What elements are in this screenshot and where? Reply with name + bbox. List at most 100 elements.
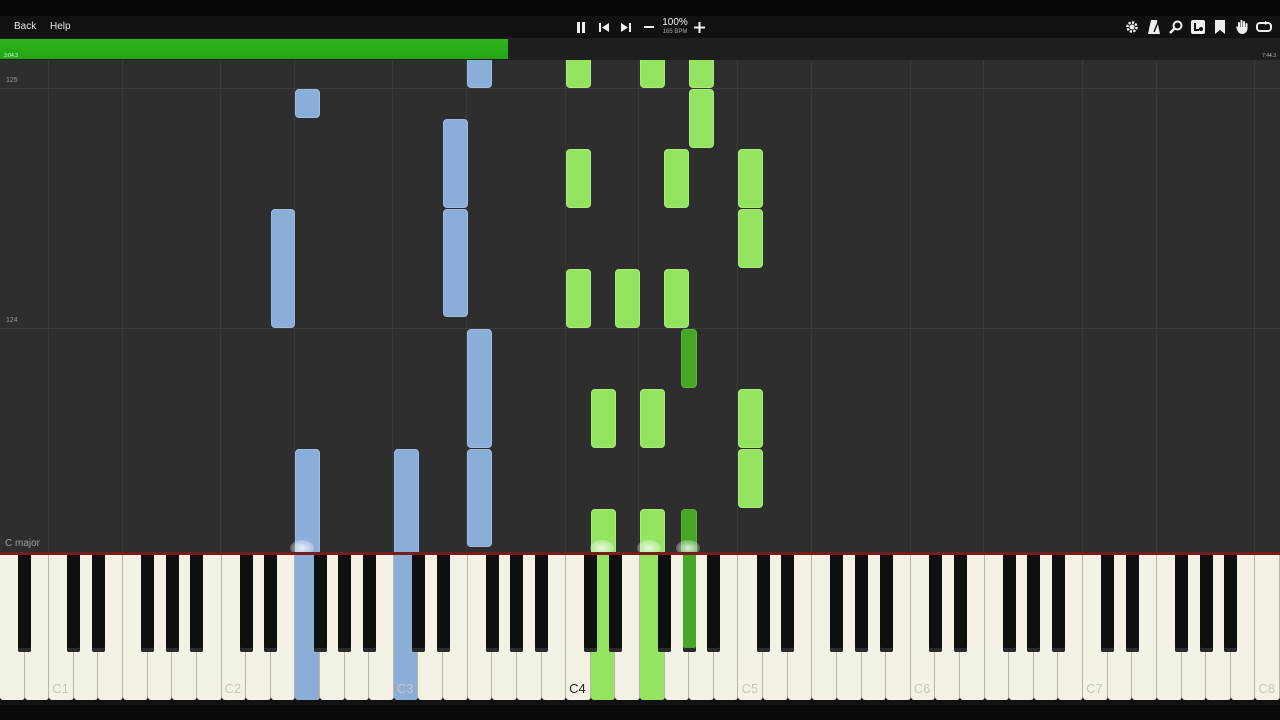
zoom-in-button[interactable] [690,18,708,36]
octave-line [1082,60,1083,552]
note-left-hand [467,60,492,88]
window-bottom-bar [0,705,1280,720]
note-right-hand [615,269,640,328]
black-key[interactable] [658,555,672,652]
black-key[interactable] [1051,555,1065,652]
black-key[interactable] [1002,555,1016,652]
minus-icon [644,26,654,28]
search-icon [1169,20,1183,34]
black-key[interactable] [1027,555,1041,652]
measure-line [0,328,1280,329]
metronome-button[interactable] [1145,18,1163,36]
note-right-hand [664,149,689,208]
note-left-hand [394,449,419,552]
hand-button[interactable] [1233,18,1251,36]
zoom-level: 100% [662,17,688,28]
pause-icon [577,21,585,33]
black-key[interactable] [928,555,942,652]
note-right-hand [640,389,665,448]
settings-button[interactable] [1123,18,1141,36]
black-key[interactable] [18,555,32,652]
octave-line [1156,60,1157,552]
octave-label: C5 [741,681,759,696]
black-key[interactable] [1101,555,1115,652]
bookmark-icon [1215,20,1225,34]
black-key[interactable] [535,555,549,652]
octave-label: C2 [224,681,242,696]
loop-icon [1256,21,1272,32]
black-key[interactable] [682,555,696,652]
skip-back-button[interactable] [595,18,613,36]
note-right-hand [566,269,591,328]
octave-label: C3 [396,681,414,696]
black-key[interactable] [338,555,352,652]
black-key[interactable] [239,555,253,652]
note-left-hand [443,209,468,317]
black-key[interactable] [584,555,598,652]
black-key[interactable] [313,555,327,652]
hand-icon [1235,20,1247,34]
measure-number: 124 [6,317,18,324]
black-key[interactable] [264,555,278,652]
note-right-hand [738,389,763,448]
labels-button[interactable] [1189,18,1207,36]
black-key[interactable] [781,555,795,652]
song-progress-bar[interactable]: 3:04.3 7:44.3 [0,38,1280,60]
black-key[interactable] [1224,555,1238,652]
octave-line [910,60,911,552]
bookmark-button[interactable] [1211,18,1229,36]
black-key[interactable] [707,555,721,652]
black-key[interactable] [485,555,499,652]
octave-line [122,60,123,552]
black-key[interactable] [1175,555,1189,652]
back-button[interactable]: Back [10,18,40,36]
key-signature: C major [5,538,41,549]
black-key[interactable] [1125,555,1139,652]
black-key[interactable] [855,555,869,652]
octave-label: C8 [1258,681,1275,696]
note-right-hand [566,60,591,88]
white-key[interactable] [1255,555,1280,700]
black-key[interactable] [510,555,524,652]
elapsed-time: 3:04.3 [4,53,18,59]
note-left-hand [295,449,320,552]
loop-button[interactable] [1255,18,1273,36]
zoom-display: 100% 165 BPM [660,17,690,36]
black-key[interactable] [879,555,893,652]
octave-line [1254,60,1255,552]
note-left-hand [271,209,295,328]
octave-label: C1 [52,681,69,696]
search-button[interactable] [1167,18,1185,36]
black-key[interactable] [411,555,425,652]
black-key[interactable] [830,555,844,652]
note-left-hand [443,119,468,208]
note-right-hand [738,449,763,508]
black-key[interactable] [67,555,81,652]
black-key[interactable] [165,555,179,652]
black-key[interactable] [953,555,967,652]
note-right-hand-sharp [681,329,697,388]
window-top-bar [0,0,1280,16]
octave-line [811,60,812,552]
black-key[interactable] [190,555,204,652]
black-key[interactable] [608,555,622,652]
plus-icon [693,21,705,33]
note-right-hand [738,209,763,268]
note-right-hand [591,389,616,448]
black-key[interactable] [91,555,105,652]
black-key[interactable] [362,555,376,652]
zoom-out-button[interactable] [640,18,658,36]
note-left-hand [467,449,492,547]
black-key[interactable] [141,555,155,652]
black-key[interactable] [756,555,770,652]
help-button[interactable]: Help [46,18,75,36]
bpm-readout: 165 BPM [662,29,688,35]
octave-line [983,60,984,552]
total-time: 7:44.3 [1262,53,1276,59]
octave-label: C7 [1086,681,1103,696]
black-key[interactable] [436,555,450,652]
skip-forward-button[interactable] [617,18,635,36]
pause-button[interactable] [572,18,590,36]
measure-number: 125 [6,77,18,84]
black-key[interactable] [1199,555,1213,652]
